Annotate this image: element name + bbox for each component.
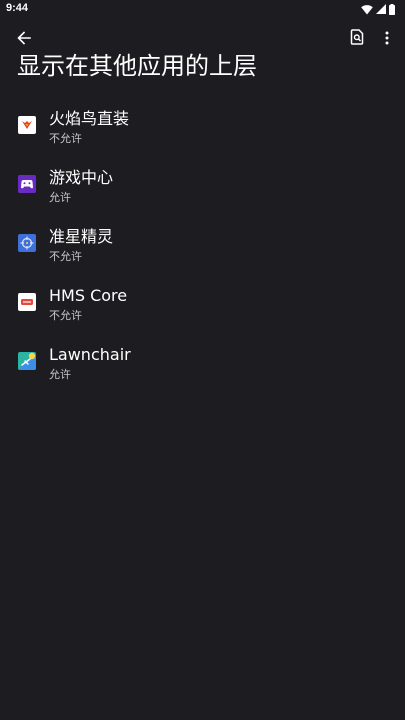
app-name: 火焰鸟直装 [49,109,130,128]
more-options-button[interactable] [377,27,397,51]
signal-icon [376,4,386,14]
app-name: 准星精灵 [49,227,114,246]
hms-core-icon [18,293,36,311]
battery-icon [389,3,395,15]
firebird-app-icon [18,116,36,134]
more-vert-icon [385,30,389,49]
status-icons [361,3,395,15]
app-permission-status: 不允许 [49,309,82,322]
app-permission-status: 不允许 [49,250,82,263]
arrow-back-icon [17,30,31,49]
status-time: 9:44 [6,2,29,14]
app-list: 火焰鸟直装 不允许 游戏中心 允许 准星精灵 不允许 HMS Core 不允许 … [0,96,405,391]
app-permission-status: 允许 [49,368,71,381]
page-title: 显示在其他应用的上层 [17,52,257,80]
app-name: Lawnchair [49,345,131,364]
app-name: 游戏中心 [49,168,114,187]
game-center-icon [18,175,36,193]
app-name: HMS Core [49,286,128,305]
app-row-crosshair-sprite[interactable]: 准星精灵 不允许 [0,214,405,273]
search-in-page-button[interactable] [345,27,369,51]
wifi-icon [361,4,373,15]
crosshair-sprite-icon [18,234,36,252]
back-button[interactable] [12,27,36,51]
app-permission-status: 允许 [49,191,71,204]
app-row-lawnchair[interactable]: Lawnchair 允许 [0,332,405,391]
app-row-hms-core[interactable]: HMS Core 不允许 [0,273,405,332]
search-in-page-icon [350,29,364,49]
lawnchair-icon [18,352,36,370]
app-row-game-center[interactable]: 游戏中心 允许 [0,155,405,214]
status-bar: 9:44 [0,0,405,20]
app-permission-status: 不允许 [49,132,82,145]
app-row-firebird[interactable]: 火焰鸟直装 不允许 [0,96,405,155]
